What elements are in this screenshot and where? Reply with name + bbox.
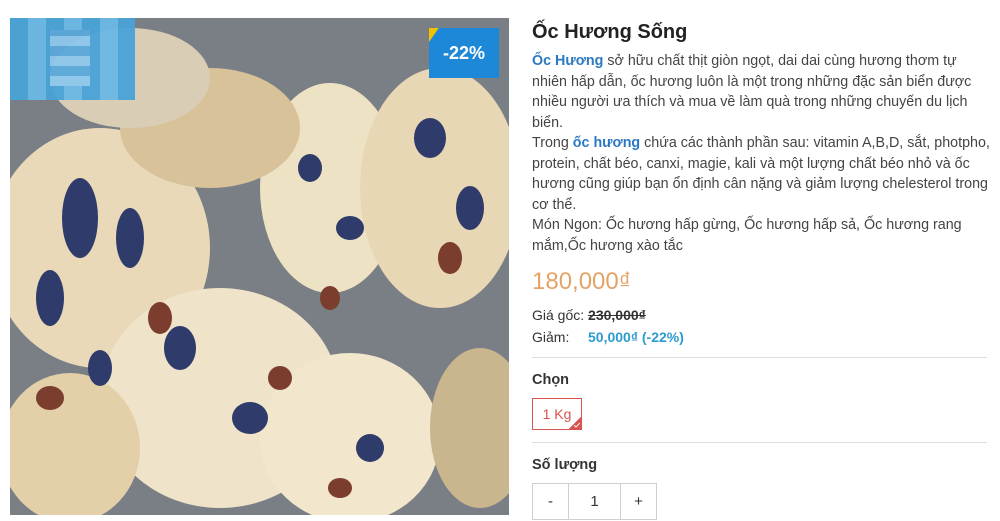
- description-paragraph-2: Trong ốc hương chứa các thành phần sau: …: [532, 133, 990, 215]
- product-description: Ốc Hương sở hữu chất thịt giòn ngọt, dai…: [532, 51, 990, 256]
- description-highlight-1[interactable]: Ốc Hương: [532, 53, 603, 69]
- divider: [532, 442, 987, 443]
- quantity-label: Số lượng: [532, 457, 598, 473]
- product-image[interactable]: -22%: [10, 18, 509, 515]
- option-label-text: 1 Kg: [542, 406, 572, 422]
- option-1kg-button[interactable]: 1 Kg: [532, 398, 582, 430]
- discount-value: 50,000₫ (-22%): [588, 329, 684, 345]
- discount-badge: -22%: [429, 28, 499, 78]
- quantity-input[interactable]: 1: [568, 484, 621, 519]
- description-paragraph-3: Món Ngon: Ốc hương hấp gừng, Ốc hương hấ…: [532, 217, 962, 254]
- product-title: Ốc Hương Sống: [532, 21, 688, 43]
- original-price-row: Giá gốc: 230,000₫: [532, 304, 990, 326]
- divider: [532, 357, 987, 358]
- discount-row: Giảm: 50,000₫ (-22%): [532, 326, 990, 348]
- description-paragraph-1: Ốc Hương sở hữu chất thịt giòn ngọt, dai…: [532, 51, 990, 133]
- original-price: 230,000₫: [588, 307, 646, 323]
- discount-label: Giảm:: [532, 329, 570, 345]
- original-price-label: Giá gốc:: [532, 307, 585, 323]
- blurred-logo: [10, 18, 135, 100]
- description-highlight-2[interactable]: ốc hương: [573, 135, 640, 151]
- quantity-stepper: - 1 +: [532, 483, 657, 520]
- quantity-decrease-button[interactable]: -: [533, 484, 568, 519]
- selected-check-icon: [569, 417, 581, 429]
- quantity-increase-button[interactable]: +: [621, 484, 656, 519]
- description-prefix-2: Trong: [532, 135, 573, 151]
- sale-price: 180,000₫: [532, 268, 632, 295]
- option-label: Chọn: [532, 372, 570, 388]
- product-details: Ốc Hương Sống Ốc Hương sở hữu chất thịt …: [532, 18, 990, 520]
